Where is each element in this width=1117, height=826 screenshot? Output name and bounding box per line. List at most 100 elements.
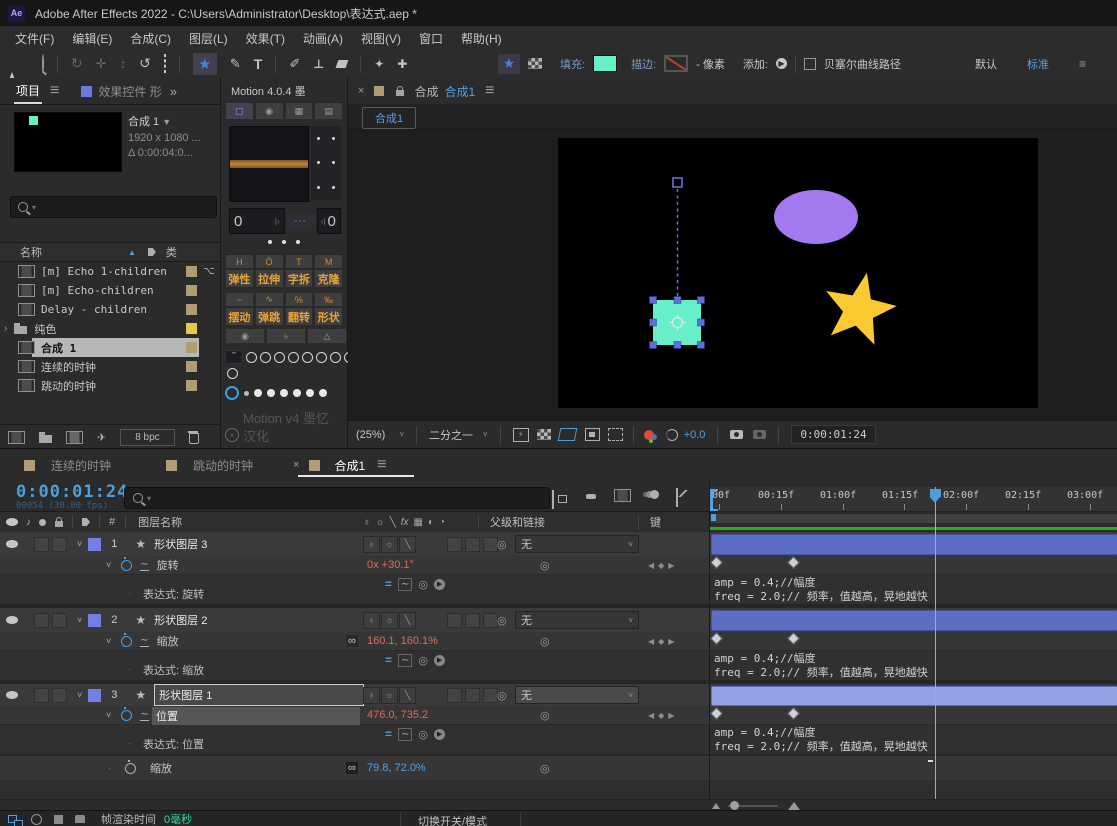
expression-label[interactable]: 表达式: 旋转 xyxy=(143,586,204,602)
roi-tool-icon[interactable] xyxy=(163,53,166,73)
dolly-tool-icon[interactable]: ↕ xyxy=(120,56,127,71)
switch-slot[interactable] xyxy=(447,687,462,703)
motion-button-elastic[interactable]: 弹性 xyxy=(225,269,254,288)
rotate-tool-icon[interactable]: ↺ xyxy=(139,55,151,72)
frame-blend-switch-icon[interactable]: ▦ xyxy=(413,517,422,528)
expression-language-icon[interactable]: ▶ xyxy=(434,654,446,666)
parent-dropdown[interactable]: 无 ˅ xyxy=(515,611,639,629)
solo-slot[interactable] xyxy=(52,536,67,552)
motion-button-wiggle[interactable]: 摆动 xyxy=(225,307,254,326)
pan-camera-tool-icon[interactable]: ✛ xyxy=(96,56,107,72)
stroke-color-swatch[interactable] xyxy=(664,55,689,72)
stopwatch-icon[interactable] xyxy=(125,759,136,774)
timeline-tab-bouncing-clock[interactable]: 跳动的时钟 xyxy=(193,457,253,474)
video-column-icon[interactable] xyxy=(6,518,18,526)
label-color-chip[interactable] xyxy=(186,285,197,296)
layer-duration-bar[interactable] xyxy=(711,534,1117,555)
project-item[interactable]: [m] Echo-children xyxy=(0,281,220,300)
motion-slot-extra[interactable] xyxy=(227,368,238,379)
project-item[interactable]: [m] Echo 1-children ⌥ xyxy=(0,262,220,281)
composition-mini-flowchart-icon[interactable] xyxy=(552,490,554,509)
menu-effect[interactable]: 效果(T) xyxy=(237,30,294,47)
layer-name[interactable]: 形状图层 3 xyxy=(154,536,207,552)
property-row-scale-2[interactable]: · 缩放 ∞ 79.8, 72.0% ◎ xyxy=(0,756,710,780)
layer-row[interactable]: ˅ 2 ★ 形状图层 2 ♁ ☼ ╲ ◎ 无 ˅ xyxy=(0,608,710,632)
resolution-dropdown[interactable]: 二分之一 xyxy=(429,427,473,443)
timeline-timecode[interactable]: 0:00:01:24 xyxy=(16,482,128,502)
pen-tool-icon[interactable]: ✎ xyxy=(230,56,241,72)
menu-help[interactable]: 帮助(H) xyxy=(452,30,511,47)
property-value[interactable]: 476.0, 735.2 xyxy=(367,709,428,721)
motion-button-flip[interactable]: 翻转 xyxy=(284,307,314,326)
sort-ascending-icon[interactable]: ▲ xyxy=(128,248,136,257)
new-composition-icon[interactable] xyxy=(66,430,83,444)
eraser-tool-icon[interactable] xyxy=(335,59,349,68)
expand-chevron-icon[interactable]: ˅ xyxy=(106,710,111,720)
layer-name[interactable]: 形状图层 2 xyxy=(154,612,207,628)
interpret-footage-icon[interactable] xyxy=(8,430,25,444)
layer-visibility-icon[interactable] xyxy=(6,540,18,548)
layer-label-chip[interactable] xyxy=(88,537,102,551)
switch-slot[interactable] xyxy=(483,687,498,703)
project-search-input[interactable]: ▾ xyxy=(10,196,217,218)
workspace-default[interactable]: 默认 xyxy=(975,56,997,72)
motion-tab-grid-icon[interactable]: ▦ xyxy=(284,102,314,120)
color-depth-button[interactable]: 8 bpc xyxy=(120,428,175,446)
layer-label-chip[interactable] xyxy=(88,688,102,702)
motion-button-bounce[interactable]: 弹跳 xyxy=(254,307,284,326)
playhead-handle[interactable] xyxy=(930,489,941,503)
switch-slot[interactable] xyxy=(483,536,498,552)
property-value[interactable]: 79.8, 72.0% xyxy=(367,762,426,774)
zoom-slider-knob[interactable] xyxy=(730,801,739,810)
stroke-width-value[interactable]: - 像素 xyxy=(696,56,725,72)
viewer-tab-comp-label[interactable]: 合成 xyxy=(414,83,438,100)
collapse-switch[interactable]: ☼ xyxy=(381,535,398,553)
graph-editor-icon[interactable] xyxy=(676,488,678,507)
breadcrumb[interactable]: 合成1 xyxy=(362,107,417,129)
collapse-switch-icon[interactable]: ☼ xyxy=(376,517,385,528)
panel-overflow-icon[interactable]: » xyxy=(170,84,177,99)
anchor-grid[interactable] xyxy=(311,126,341,200)
label-color-chip[interactable] xyxy=(186,266,197,277)
link-dimensions-icon[interactable]: ∞ xyxy=(346,635,358,647)
show-snapshot-icon[interactable] xyxy=(753,430,767,439)
work-area-start-handle[interactable] xyxy=(711,514,716,521)
workspace-standard[interactable]: 标准 xyxy=(1027,56,1049,72)
tab-project[interactable]: 项目 xyxy=(14,79,43,104)
motion-tab-more-icon[interactable]: ▤ xyxy=(314,102,343,120)
type-tool-icon[interactable]: T xyxy=(254,56,263,72)
motion-blur-switch-icon[interactable]: ◐ xyxy=(428,517,434,528)
fill-color-swatch[interactable] xyxy=(593,55,618,72)
keyframe-navigator[interactable]: ◀◆▶ xyxy=(648,561,678,570)
frame-blending-icon[interactable] xyxy=(614,489,631,502)
viewer-timecode[interactable]: 0:00:01:24 xyxy=(791,425,876,444)
quality-switch[interactable]: ╲ xyxy=(399,611,416,629)
property-name[interactable]: 缩放 xyxy=(157,633,179,649)
audio-slot[interactable] xyxy=(34,536,49,552)
expression-pickwhip-icon[interactable]: ◎ xyxy=(418,728,428,741)
fill-label[interactable]: 填充: xyxy=(560,56,585,72)
playhead-line[interactable] xyxy=(935,487,936,811)
trash-icon[interactable] xyxy=(187,431,199,444)
motion-blur-icon[interactable] xyxy=(650,490,659,499)
expand-chevron-icon[interactable]: ˅ xyxy=(106,636,111,646)
shape-layer-star-icon[interactable]: ★ xyxy=(498,53,520,74)
column-header-type[interactable]: 类 xyxy=(166,244,177,260)
layer-name-column-header[interactable]: 图层名称 xyxy=(138,514,182,530)
brush-tool-icon[interactable]: ✐ xyxy=(289,56,300,72)
add-label[interactable]: 添加: xyxy=(743,56,768,72)
motion-toggle-home-icon[interactable]: △ xyxy=(307,328,347,344)
shy-switch[interactable]: ♁ xyxy=(363,535,380,553)
expand-chevron-icon[interactable]: ˅ xyxy=(77,690,82,700)
property-pickwhip-icon[interactable]: ◎ xyxy=(540,709,550,722)
transparency-grid-toggle-icon[interactable] xyxy=(536,429,551,440)
puppet-pin-tool-icon[interactable]: ✚ xyxy=(397,57,407,71)
mask-visibility-icon[interactable] xyxy=(557,428,578,441)
resolution-chevron-icon[interactable]: ˅ xyxy=(483,430,488,439)
link-dimensions-icon[interactable]: ∞ xyxy=(346,762,358,774)
parent-dropdown[interactable]: 无 ˅ xyxy=(515,686,639,704)
motion-slot-row-1[interactable]: •• xyxy=(225,350,355,364)
expand-chevron-icon[interactable]: ˅ xyxy=(77,615,82,625)
project-comp-name[interactable]: 合成 1 xyxy=(128,116,159,128)
stroke-label[interactable]: 描边: xyxy=(631,56,656,72)
